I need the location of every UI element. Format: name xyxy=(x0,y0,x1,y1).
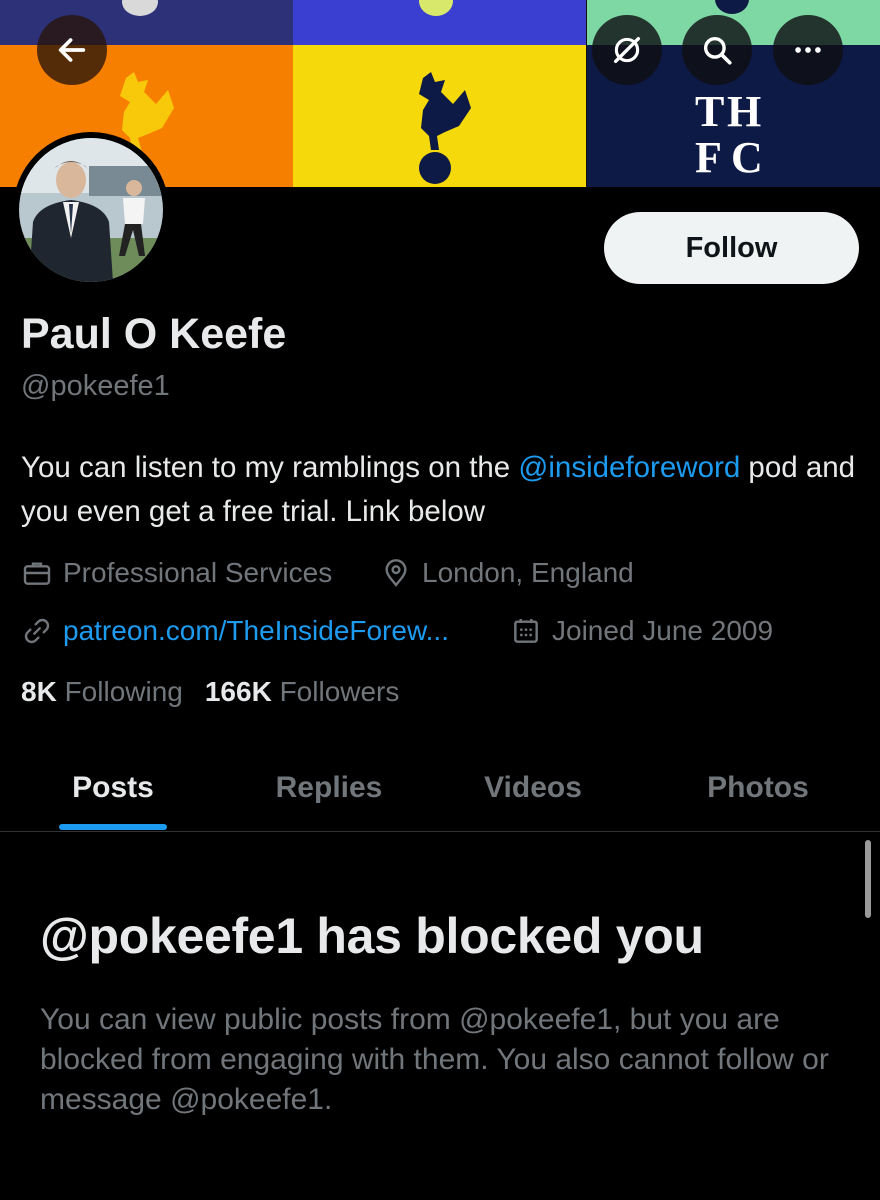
blocked-title: @pokeefe1 has blocked you xyxy=(40,908,704,964)
calendar-icon xyxy=(514,619,538,643)
profile-category: Professional Services xyxy=(21,557,332,589)
following-count: 8K xyxy=(21,676,57,707)
grok-button[interactable] xyxy=(592,15,662,85)
followers-label: Followers xyxy=(279,676,400,707)
cockerel-on-ball-icon xyxy=(419,72,471,184)
crest-letter: F xyxy=(695,133,722,178)
followers-count: 166K xyxy=(204,676,272,707)
tab-posts[interactable]: Posts xyxy=(45,745,181,831)
bio-mention-link[interactable]: @insideforeword xyxy=(518,451,740,484)
following-stat[interactable]: 8K Following xyxy=(21,676,183,708)
bio-text: You can listen to my ramblings on the xyxy=(21,451,519,484)
more-button[interactable] xyxy=(773,15,843,85)
avatar[interactable] xyxy=(13,132,169,288)
tab-videos[interactable]: Videos xyxy=(462,745,604,831)
active-tab-indicator xyxy=(59,824,167,830)
crest-letter: T xyxy=(695,87,724,136)
profile-name: Paul O Keefe xyxy=(21,310,287,358)
briefcase-icon xyxy=(23,562,51,585)
grok-icon xyxy=(613,36,641,64)
more-icon xyxy=(795,47,821,53)
followers-stat[interactable]: 166K Followers xyxy=(205,676,400,708)
following-label: Following xyxy=(64,676,183,707)
website-link[interactable]: patreon.com/TheInsideForew... xyxy=(63,615,449,647)
club-crest-icon: T H F C xyxy=(695,87,763,178)
scrollbar[interactable] xyxy=(865,840,871,918)
profile-website[interactable]: patreon.com/TheInsideForew... xyxy=(21,615,449,647)
blocked-message: You can view public posts from @pokeefe1… xyxy=(40,1003,829,1116)
search-icon xyxy=(703,36,732,65)
profile-stats: 8K Following 166K Followers xyxy=(21,676,421,708)
follow-button[interactable]: Follow xyxy=(604,212,859,284)
profile-handle: @pokeefe1 xyxy=(21,370,170,402)
crest-letter: H xyxy=(727,87,761,136)
joined-label: Joined June 2009 xyxy=(552,615,774,646)
profile-location: London, England xyxy=(380,557,634,589)
category-label: Professional Services xyxy=(63,557,333,588)
avatar-image xyxy=(19,138,163,282)
location-pin-icon xyxy=(385,559,407,587)
profile-joined: Joined June 2009 xyxy=(510,615,773,647)
profile-bio: You can listen to my ramblings on the @i… xyxy=(21,446,861,534)
banner-panel-yellow xyxy=(293,0,586,187)
link-icon xyxy=(24,618,50,644)
tab-photos[interactable]: Photos xyxy=(680,745,836,831)
back-button[interactable] xyxy=(37,15,107,85)
profile-tabs: Posts Replies Videos Photos xyxy=(0,745,880,832)
search-button[interactable] xyxy=(682,15,752,85)
location-label: London, England xyxy=(422,557,634,588)
arrow-left-icon xyxy=(58,38,86,62)
tab-replies[interactable]: Replies xyxy=(250,745,408,831)
crest-letter: C xyxy=(731,133,763,178)
